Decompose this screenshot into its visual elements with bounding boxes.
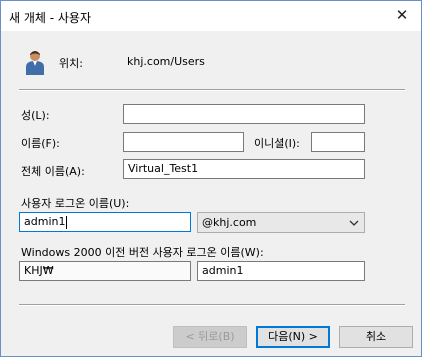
initials-label: 이니셜(I): bbox=[254, 137, 300, 150]
cancel-button[interactable]: 취소 bbox=[339, 326, 413, 348]
pre2000-label: Windows 2000 이전 버전 사용자 로그온 이름(W): bbox=[21, 246, 264, 259]
logon-name-value: admin1 bbox=[24, 215, 66, 228]
full-name-label: 전체 이름(A): bbox=[21, 165, 85, 178]
location-label: 위치: bbox=[59, 57, 83, 70]
domain-selected-value: @khj.com bbox=[202, 216, 257, 229]
dialog-title: 새 개체 - 사용자 bbox=[9, 11, 92, 25]
next-button[interactable]: 다음(N) > bbox=[256, 326, 330, 348]
pre2000-domain-field: KHJ₩ bbox=[19, 261, 191, 281]
first-name-field[interactable] bbox=[123, 132, 244, 152]
text-caret bbox=[66, 215, 68, 229]
separator-top bbox=[19, 89, 405, 91]
pre2000-logon-field[interactable]: admin1 bbox=[197, 261, 365, 281]
initials-field[interactable] bbox=[311, 132, 365, 152]
back-button[interactable]: < 뒤로(B) bbox=[173, 326, 247, 348]
location-value: khj.com/Users bbox=[127, 55, 205, 68]
last-name-label: 성(L): bbox=[21, 109, 50, 122]
last-name-field[interactable] bbox=[123, 104, 365, 124]
logon-name-field[interactable]: admin1 bbox=[19, 212, 191, 232]
close-icon[interactable]: ✕ bbox=[389, 3, 415, 27]
full-name-field[interactable]: Virtual_Test1 bbox=[123, 159, 365, 179]
chevron-down-icon bbox=[349, 220, 359, 226]
title-bar: 새 개체 - 사용자 ✕ bbox=[1, 1, 421, 31]
domain-dropdown[interactable]: @khj.com bbox=[197, 212, 365, 233]
user-icon bbox=[26, 51, 44, 75]
new-user-dialog: 새 개체 - 사용자 ✕ 위치: khj.com/Users 성(L): 이름(… bbox=[0, 0, 422, 357]
logon-name-label: 사용자 로그온 이름(U): bbox=[21, 197, 130, 210]
first-name-label: 이름(F): bbox=[21, 137, 60, 150]
separator-bottom bbox=[19, 304, 405, 306]
